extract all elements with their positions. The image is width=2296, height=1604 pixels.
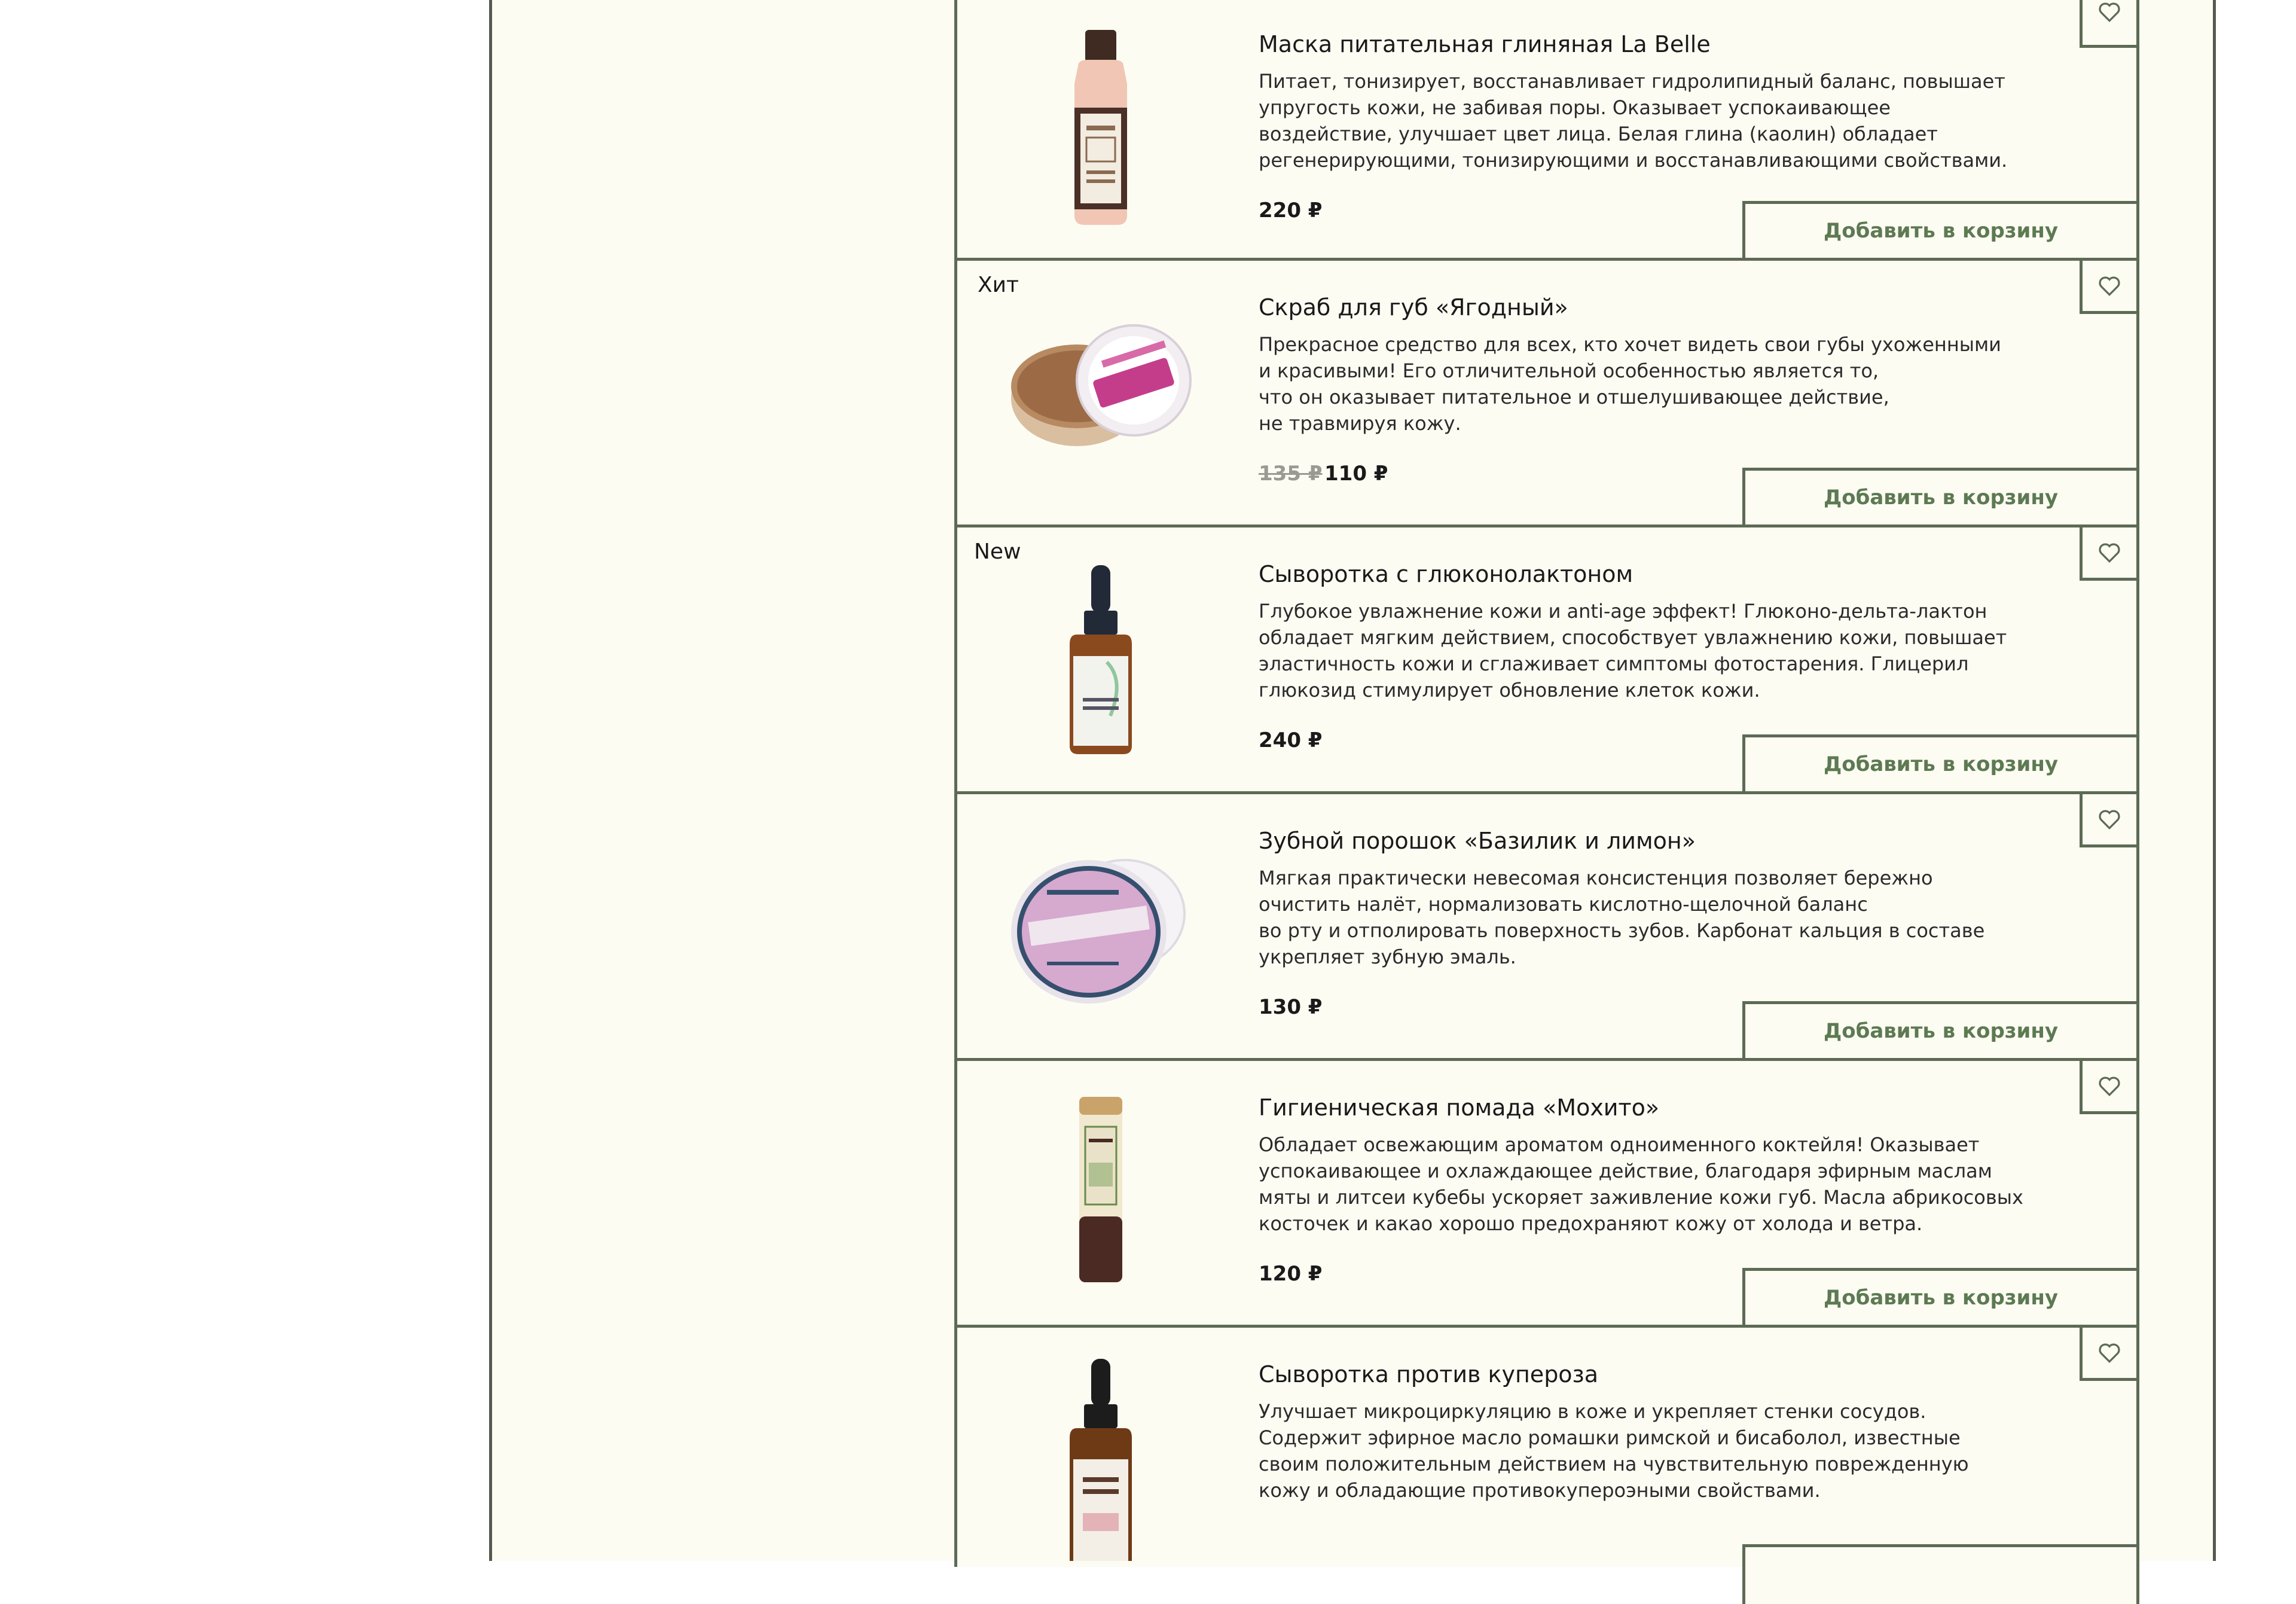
product-description: Глубокое увлажнение кожи и anti-age эффе… [1259, 598, 2036, 703]
dropper-bottle-icon [1070, 565, 1132, 754]
favorite-button[interactable] [2080, 0, 2139, 48]
product-card: Сыворотка против купероза Улучшает микро… [954, 1325, 2139, 1604]
description-line: что он оказывает питательное и отшелушив… [1259, 386, 1889, 408]
description-line: кожу и обладающие противокупероэными сво… [1259, 1479, 1821, 1502]
old-price: 135 ₽ [1259, 462, 1323, 486]
product-image[interactable] [993, 818, 1208, 1033]
description-line: воздействие, улучшает цвет лица. Белая г… [1259, 123, 1938, 145]
product-card: Гигиеническая помада «Мохито» Обладает о… [954, 1058, 2139, 1328]
product-image[interactable] [993, 18, 1208, 233]
product-title[interactable]: Сыворотка с глюконолактоном [1259, 561, 1633, 587]
description-line: укрепляет зубную эмаль. [1259, 946, 1516, 968]
description-line: Прекрасное средство для всех, кто хочет … [1259, 333, 2001, 356]
product-description: Прекрасное средство для всех, кто хочет … [1259, 331, 2036, 437]
description-line: успокаивающее и охлаждающее действие, бл… [1259, 1160, 1992, 1182]
product-card: Маска питательная глиняная La Belle Пита… [954, 0, 2139, 261]
heart-icon [2099, 276, 2120, 297]
heart-icon [2099, 1343, 2120, 1364]
product-description: Мягкая практически невесомая консистенци… [1259, 865, 2036, 970]
lip-balm-icon [1079, 1097, 1122, 1282]
tin-icon [1011, 859, 1186, 1004]
description-line: очистить налёт, нормализовать кислотно-щ… [1259, 893, 1868, 916]
product-image[interactable] [993, 1085, 1208, 1300]
product-price: 120 ₽ [1259, 1262, 1323, 1286]
product-price: 110 ₽ [1324, 462, 1388, 486]
product-price: 130 ₽ [1259, 995, 1323, 1019]
product-title[interactable]: Сыворотка против купероза [1259, 1361, 1598, 1388]
product-title[interactable]: Маска питательная глиняная La Belle [1259, 31, 1711, 57]
product-card: New Сыворотка с глюконолактоном Глубокое… [954, 524, 2139, 794]
heart-icon [2099, 543, 2120, 563]
add-to-cart-button[interactable]: Добавить в корзину [1742, 1001, 2139, 1061]
product-title[interactable]: Зубной порошок «Базилик и лимон» [1259, 828, 1696, 854]
page: Маска питательная глиняная La Belle Пита… [0, 0, 2296, 1604]
add-to-cart-button[interactable]: Добавить в корзину [1742, 201, 2139, 261]
favorite-button[interactable] [2080, 791, 2139, 847]
description-line: не травмируя кожу. [1259, 412, 1461, 435]
dropper-bottle-icon [1070, 1359, 1132, 1561]
add-to-cart-button[interactable]: Добавить в корзину [1742, 468, 2139, 527]
jar-icon [1011, 324, 1192, 446]
favorite-button[interactable] [2080, 258, 2139, 314]
product-price: 220 ₽ [1259, 199, 1323, 222]
description-line: Мягкая практически невесомая консистенци… [1259, 867, 1933, 889]
favorite-button[interactable] [2080, 524, 2139, 581]
description-line: своим положительным действием на чувстви… [1259, 1453, 1969, 1475]
product-price: 240 ₽ [1259, 728, 1323, 752]
product-image[interactable] [993, 551, 1208, 767]
bottle-icon [1074, 30, 1127, 225]
add-to-cart-button[interactable] [1742, 1544, 2139, 1604]
description-line: косточек и какао хорошо предохраняют кож… [1259, 1212, 1923, 1235]
product-title[interactable]: Скраб для губ «Ягодный» [1259, 294, 1568, 321]
add-to-cart-button[interactable]: Добавить в корзину [1742, 734, 2139, 794]
description-line: Обладает освежающим ароматом одноименног… [1259, 1133, 1980, 1156]
heart-icon [2099, 810, 2120, 830]
favorite-button[interactable] [2080, 1058, 2139, 1114]
description-line: мяты и литсеи кубебы ускоряет заживление… [1259, 1186, 2023, 1209]
description-line: Улучшает микроциркуляцию в коже и укрепл… [1259, 1400, 1926, 1423]
description-line: и красивыми! Его отличительной особеннос… [1259, 359, 1879, 382]
description-line: Содержит эфирное масло ромашки римской и… [1259, 1426, 1961, 1449]
description-line: эластичность кожи и сглаживает симптомы … [1259, 652, 1969, 675]
description-line: упругость кожи, не забивая поры. Оказыва… [1259, 96, 1891, 119]
product-image[interactable] [993, 285, 1208, 500]
description-line: регенерирующими, тонизирующими и восстан… [1259, 149, 2008, 172]
product-description: Обладает освежающим ароматом одноименног… [1259, 1132, 2036, 1237]
product-card: Зубной порошок «Базилик и лимон» Мягкая … [954, 791, 2139, 1061]
product-description: Улучшает микроциркуляцию в коже и укрепл… [1259, 1398, 2036, 1504]
favorite-button[interactable] [2080, 1325, 2139, 1381]
add-to-cart-button[interactable]: Добавить в корзину [1742, 1268, 2139, 1328]
heart-icon [2099, 1077, 2120, 1097]
product-description: Питает, тонизирует, восстанавливает гидр… [1259, 68, 2036, 173]
product-title[interactable]: Гигиеническая помада «Мохито» [1259, 1094, 1659, 1121]
product-image[interactable] [993, 1358, 1208, 1561]
product-card: Хит Скраб для губ «Ягодный» Прекрасное с… [954, 258, 2139, 527]
heart-icon [2099, 2, 2120, 23]
description-line: обладает мягким действием, способствует … [1259, 626, 2007, 649]
description-line: Питает, тонизирует, восстанавливает гидр… [1259, 70, 2005, 93]
description-line: во рту и отполировать поверхность зубов.… [1259, 919, 1985, 942]
description-line: Глубокое увлажнение кожи и anti-age эффе… [1259, 600, 1987, 623]
description-line: глюкозид стимулирует обновление клеток к… [1259, 679, 1760, 702]
